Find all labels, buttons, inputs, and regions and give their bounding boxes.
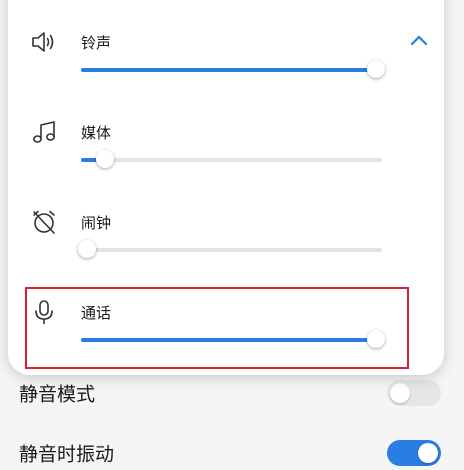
slider-thumb[interactable] — [78, 240, 97, 258]
slider-thumb[interactable] — [96, 150, 115, 168]
slider-thumb[interactable] — [366, 60, 385, 78]
silent-mode-toggle[interactable] — [387, 380, 441, 406]
chevron-up-icon[interactable] — [402, 24, 436, 58]
sound-settings-screen: 静音模式 静音时振动 铃声 媒体 闹钟 通话 — [0, 0, 464, 470]
alarm-volume-slider[interactable] — [78, 240, 382, 258]
ringtone-volume-row: 铃声 — [8, 22, 444, 112]
silent-mode-label: 静音模式 — [19, 383, 96, 406]
vibrate-on-silent-row[interactable]: 静音时振动 — [0, 423, 464, 470]
call-row-highlight — [25, 287, 409, 369]
alarm-off-icon — [33, 210, 55, 234]
toggle-knob — [418, 443, 438, 463]
ringtone-volume-slider[interactable] — [81, 60, 385, 78]
music-note-icon — [33, 121, 55, 143]
alarm-volume-row: 闹钟 — [8, 202, 444, 292]
vibrate-on-silent-toggle[interactable] — [387, 440, 441, 466]
toggle-knob — [390, 383, 410, 403]
media-label: 媒体 — [81, 124, 112, 142]
vibrate-on-silent-label: 静音时振动 — [19, 443, 115, 466]
speaker-icon — [32, 32, 54, 52]
media-volume-slider[interactable] — [81, 150, 382, 168]
ringtone-label: 铃声 — [81, 34, 112, 52]
media-volume-row: 媒体 — [8, 112, 444, 202]
slider-fill — [81, 68, 376, 72]
alarm-label: 闹钟 — [81, 214, 112, 232]
